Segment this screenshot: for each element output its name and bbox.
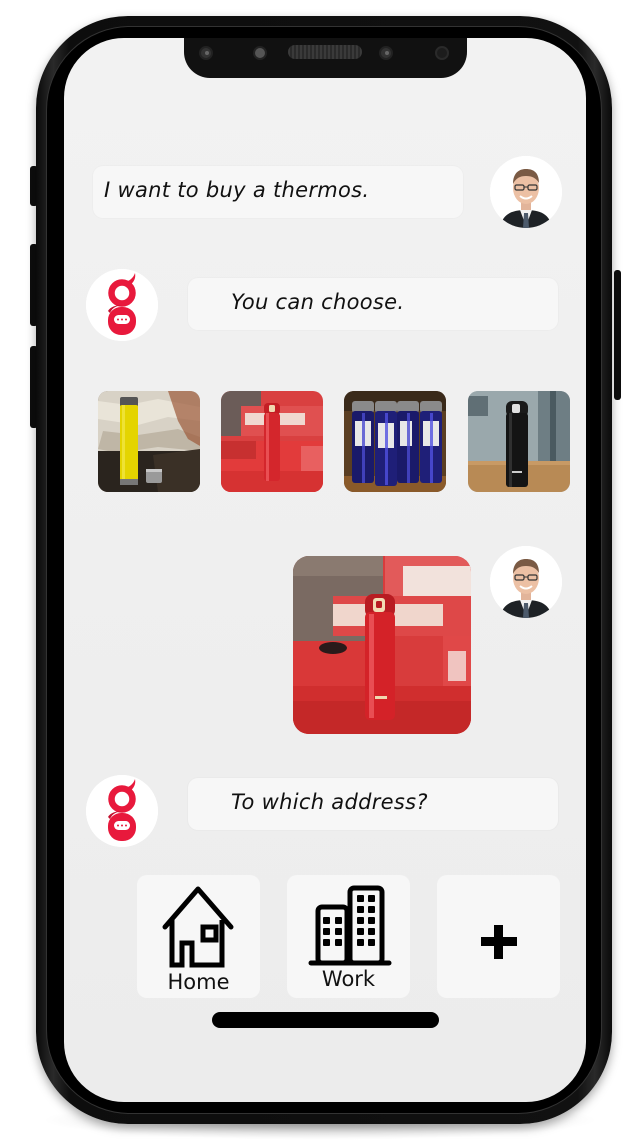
address-option-home[interactable]: Home bbox=[137, 875, 260, 998]
phone-notch bbox=[184, 38, 467, 78]
message-text: You can choose. bbox=[231, 290, 405, 314]
bot-message-bubble: You can choose. bbox=[188, 278, 558, 330]
plus-icon bbox=[481, 925, 517, 959]
user-avatar-icon bbox=[490, 156, 562, 228]
address-option-label: Work bbox=[321, 967, 376, 991]
sensor-icon bbox=[199, 46, 213, 60]
power-button bbox=[614, 270, 621, 400]
address-option-work[interactable]: Work bbox=[287, 875, 410, 998]
sensor-icon bbox=[379, 46, 393, 60]
home-indicator[interactable] bbox=[212, 1012, 439, 1028]
product-option-black-thermos[interactable] bbox=[468, 391, 570, 492]
chat-screen: I want to buy a thermos. You can choose.… bbox=[64, 38, 586, 1102]
user-message-bubble: I want to buy a thermos. bbox=[93, 166, 463, 218]
selected-product-image[interactable] bbox=[293, 556, 471, 734]
bot-logo-icon bbox=[86, 269, 158, 341]
earpiece-speaker bbox=[288, 45, 362, 59]
user-avatar-icon bbox=[490, 546, 562, 618]
product-option-blue-bottles[interactable] bbox=[344, 391, 446, 492]
product-option-red-thermos[interactable] bbox=[221, 391, 323, 492]
message-text: I want to buy a thermos. bbox=[104, 178, 370, 202]
product-option-yellow-thermos[interactable] bbox=[98, 391, 200, 492]
sensor-icon bbox=[253, 46, 267, 60]
front-camera-icon bbox=[435, 46, 449, 60]
add-address-button[interactable] bbox=[437, 875, 560, 998]
bot-message-bubble: To which address? bbox=[188, 778, 558, 830]
message-text: To which address? bbox=[231, 790, 428, 814]
bot-logo-icon bbox=[86, 775, 158, 847]
address-option-label: Home bbox=[167, 970, 230, 994]
